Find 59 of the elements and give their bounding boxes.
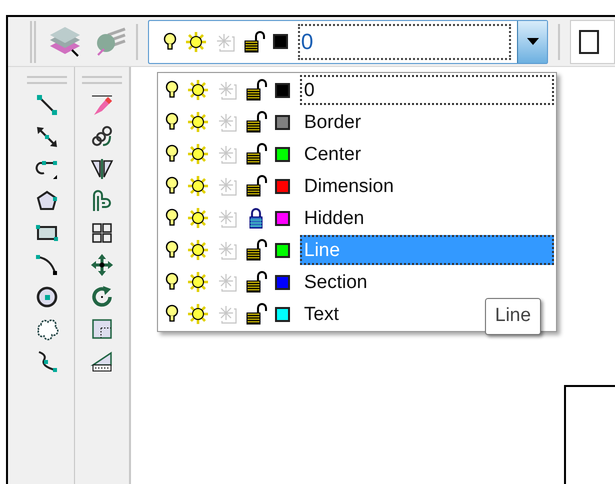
lightbulb-icon [165, 144, 179, 164]
stretch-icon[interactable] [90, 349, 114, 373]
tooltip: Line [485, 298, 541, 334]
snowflake-icon [217, 272, 237, 292]
caret-down-icon [526, 38, 538, 45]
square-icon [579, 30, 599, 54]
snowflake-icon [217, 176, 237, 196]
lightbulb-icon [165, 112, 179, 132]
layer-item[interactable]: Dimension [300, 171, 398, 201]
move-arrows-icon[interactable] [90, 253, 114, 277]
snowflake-icon [215, 32, 235, 52]
snowflake-icon [217, 240, 237, 260]
layer-dropdown[interactable]: 0 [148, 20, 548, 64]
layer-item[interactable]: 0 [300, 75, 554, 105]
snowflake-icon [217, 112, 237, 132]
array-icon[interactable] [90, 221, 114, 245]
layer-item[interactable]: Hidden [300, 203, 368, 233]
lightbulb-icon [163, 32, 177, 52]
layer-item[interactable]: Center [300, 139, 366, 169]
offset-icon[interactable] [90, 189, 114, 213]
sun-icon [185, 30, 207, 52]
sun-icon [187, 207, 209, 229]
toolbar-grip[interactable] [27, 76, 67, 84]
layers-icon[interactable] [48, 26, 82, 58]
lightbulb-icon [165, 272, 179, 292]
snowflake-icon [217, 144, 237, 164]
sun-icon [187, 303, 209, 325]
lightbulb-icon [165, 176, 179, 196]
copy-circles-icon[interactable] [90, 125, 114, 149]
lightbulb-icon [165, 208, 179, 228]
snowflake-icon [217, 304, 237, 324]
cloud-icon[interactable] [35, 317, 59, 341]
sun-icon [187, 79, 209, 101]
pentagon-icon[interactable] [35, 189, 59, 213]
arc-icon[interactable] [35, 253, 59, 277]
layer-item[interactable]: Border [300, 107, 366, 137]
lightbulb-icon [165, 80, 179, 100]
circle-icon[interactable] [35, 285, 59, 309]
snowflake-icon [217, 80, 237, 100]
mirror-icon[interactable] [90, 157, 114, 181]
rotate-icon[interactable] [90, 285, 114, 309]
layer-item[interactable]: Section [300, 267, 372, 297]
sun-icon [187, 111, 209, 133]
lightbulb-icon [165, 304, 179, 324]
sun-icon [187, 143, 209, 165]
lightbulb-icon [165, 240, 179, 260]
sun-icon [187, 271, 209, 293]
double-arrow-line-icon[interactable] [35, 125, 59, 149]
dropdown-field[interactable] [570, 20, 615, 64]
snowflake-icon [217, 208, 237, 228]
current-layer-name: 0 [298, 24, 511, 60]
eraser-icon[interactable] [90, 93, 114, 117]
layer-item[interactable]: Text [300, 299, 343, 329]
sun-icon [187, 239, 209, 261]
dropdown-toggle[interactable] [517, 20, 547, 62]
sun-icon [187, 175, 209, 197]
line-icon[interactable] [35, 93, 59, 117]
toolbar-grip[interactable] [82, 76, 122, 84]
scale-icon[interactable] [90, 317, 114, 341]
